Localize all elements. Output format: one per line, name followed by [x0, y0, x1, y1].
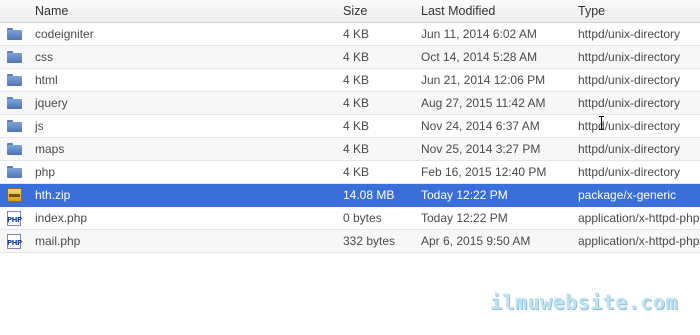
file-name: php [35, 165, 56, 179]
folder-icon [7, 97, 22, 109]
watermark: ilmuwebsite.com [489, 290, 678, 314]
file-icon-cell [7, 187, 23, 203]
file-type: package/x-generic [578, 188, 677, 202]
file-row[interactable]: maps 4 KB Nov 25, 2014 3:27 PM httpd/unix-d… [0, 138, 700, 161]
file-name: hth.zip [35, 188, 71, 202]
file-type: httpd/unix-directory [578, 50, 681, 64]
file-last-modified: Today 12:22 PM [421, 188, 508, 202]
file-size: 332 bytes [343, 234, 396, 248]
file-row[interactable]: js 4 KB Nov 24, 2014 6:37 AM httpd/unix-dir… [0, 115, 700, 138]
file-name: mail.php [35, 234, 81, 248]
file-name: jquery [35, 96, 68, 110]
file-name: index.php [35, 211, 88, 225]
file-type: httpd/unix-directory [578, 27, 681, 41]
file-row[interactable]: html 4 KB Jun 21, 2014 12:06 PM httpd/unix-… [0, 69, 700, 92]
file-name: codeigniter [35, 27, 94, 41]
file-last-modified: Feb 16, 2015 12:40 PM [421, 165, 547, 179]
folder-icon [7, 28, 22, 40]
php-icon: PHP [7, 234, 22, 249]
file-icon-cell [7, 95, 23, 111]
file-type: application/x-httpd-php [578, 211, 700, 225]
folder-icon [7, 120, 22, 132]
file-last-modified: Apr 6, 2015 9:50 AM [421, 234, 531, 248]
file-list-header: Name Size Last Modified Type [0, 0, 700, 23]
folder-icon [7, 51, 22, 63]
file-icon-cell [7, 72, 23, 88]
file-icon-cell [7, 49, 23, 65]
file-type: httpd/unix-directory [578, 142, 681, 156]
file-size: 4 KB [343, 73, 370, 87]
file-last-modified: Jun 11, 2014 6:02 AM [421, 27, 537, 41]
file-row[interactable]: PHP index.php 0 bytes Today 12:22 PM applica… [0, 207, 700, 230]
file-name: css [35, 50, 53, 64]
file-icon-cell [7, 118, 23, 134]
file-last-modified: Oct 14, 2014 5:28 AM [421, 50, 538, 64]
file-type: httpd/unix-directory [578, 73, 681, 87]
php-icon: PHP [7, 211, 22, 226]
file-name: js [35, 119, 44, 133]
column-header-type[interactable]: Type [578, 4, 605, 18]
zip-icon [7, 188, 22, 202]
file-list-body: codeigniter 4 KB Jun 11, 2014 6:02 AM httpd… [0, 23, 700, 253]
file-type: application/x-httpd-php [578, 234, 700, 248]
file-row[interactable]: jquery 4 KB Aug 27, 2015 11:42 AM httpd/uni… [0, 92, 700, 115]
php-icon-text: PHP [7, 239, 22, 247]
file-size: 0 bytes [343, 211, 382, 225]
folder-icon [7, 166, 22, 178]
file-size: 14.08 MB [343, 188, 395, 202]
column-header-last-modified[interactable]: Last Modified [421, 4, 495, 18]
file-size: 4 KB [343, 119, 370, 133]
file-row[interactable]: hth.zip 14.08 MB Today 12:22 PM package/x-g… [0, 184, 700, 207]
file-type: httpd/unix-directory [578, 96, 681, 110]
php-icon-text: PHP [7, 216, 22, 224]
file-row[interactable]: PHP mail.php 332 bytes Apr 6, 2015 9:50 AM a… [0, 230, 700, 253]
file-type: httpd/unix-directory [578, 165, 681, 179]
folder-icon [7, 74, 22, 86]
column-header-size[interactable]: Size [343, 4, 367, 18]
file-type: httpd/unix-directory [578, 119, 681, 133]
file-size: 4 KB [343, 27, 370, 41]
file-last-modified: Nov 24, 2014 6:37 AM [421, 119, 540, 133]
file-list: Name Size Last Modified Type codeigniter… [0, 0, 700, 253]
file-row[interactable]: php 4 KB Feb 16, 2015 12:40 PM httpd/unix-d… [0, 161, 700, 184]
file-last-modified: Jun 21, 2014 12:06 PM [421, 73, 546, 87]
file-icon-cell: PHP [7, 210, 23, 226]
column-header-name[interactable]: Name [35, 4, 68, 18]
file-size: 4 KB [343, 96, 370, 110]
file-size: 4 KB [343, 142, 370, 156]
text-cursor-icon [598, 116, 606, 130]
file-icon-cell [7, 26, 23, 42]
file-row[interactable]: css 4 KB Oct 14, 2014 5:28 AM httpd/unix-di… [0, 46, 700, 69]
file-last-modified: Today 12:22 PM [421, 211, 508, 225]
file-icon-cell [7, 141, 23, 157]
file-icon-cell [7, 164, 23, 180]
file-last-modified: Aug 27, 2015 11:42 AM [421, 96, 546, 110]
file-name: maps [35, 142, 65, 156]
file-row[interactable]: codeigniter 4 KB Jun 11, 2014 6:02 AM httpd… [0, 23, 700, 46]
file-icon-cell: PHP [7, 233, 23, 249]
file-size: 4 KB [343, 50, 370, 64]
file-size: 4 KB [343, 165, 370, 179]
file-name: html [35, 73, 58, 87]
file-last-modified: Nov 25, 2014 3:27 PM [421, 142, 541, 156]
folder-icon [7, 143, 22, 155]
